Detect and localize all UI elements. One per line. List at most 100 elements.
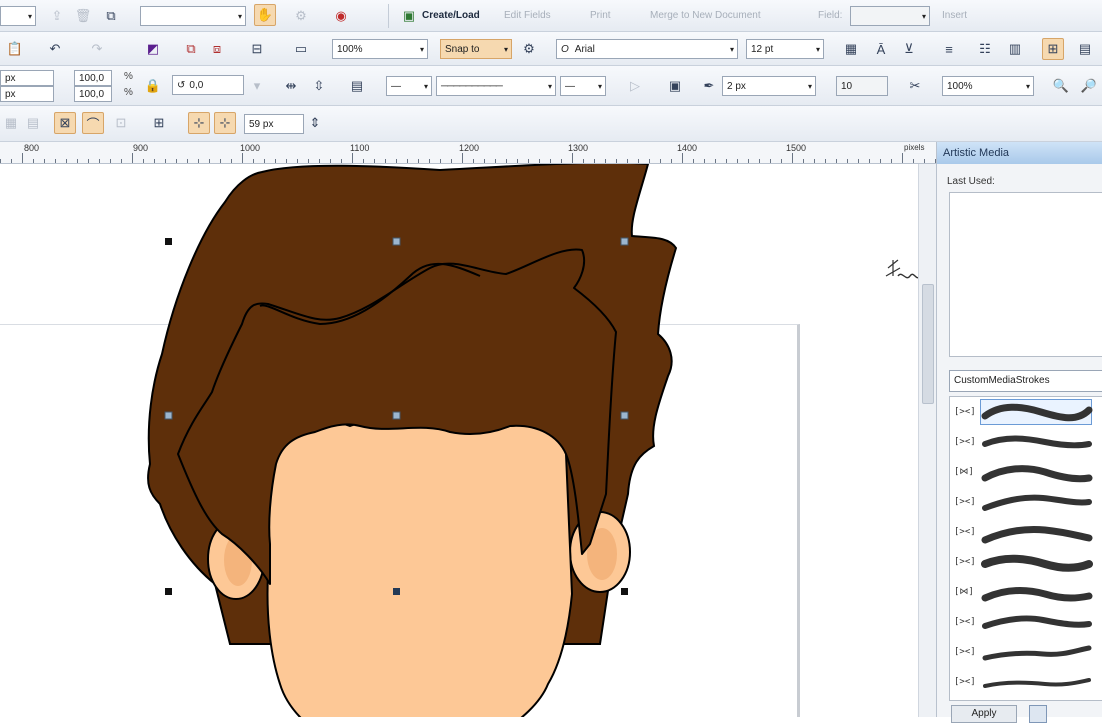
brush-icon[interactable]: ▤ bbox=[22, 112, 44, 134]
stroke-preset-item[interactable]: [><] bbox=[950, 667, 1102, 697]
stroke-preset-item[interactable]: [><] bbox=[950, 487, 1102, 517]
options-icon[interactable]: ⚙ bbox=[518, 38, 540, 60]
scale-x-field[interactable]: 100,0 bbox=[74, 70, 112, 86]
snap-to-button[interactable]: Snap to ▾ bbox=[440, 39, 512, 59]
stroke-width-value: 59 px bbox=[249, 118, 274, 130]
publish-pdf-icon[interactable]: ⧈ bbox=[206, 38, 228, 60]
zoom-in-icon[interactable]: 🔍 bbox=[1050, 75, 1072, 97]
export-icon[interactable]: ⧉ bbox=[180, 38, 202, 60]
stroke-preset-item[interactable]: [><] bbox=[950, 547, 1102, 577]
scissors-icon[interactable]: ✂ bbox=[904, 75, 926, 97]
character-illustration[interactable] bbox=[0, 164, 918, 717]
ruler-tick bbox=[737, 159, 738, 163]
ruler-label: 1500 bbox=[786, 143, 807, 153]
ruler-tick bbox=[66, 159, 67, 163]
page-combo[interactable]: ▾ bbox=[0, 6, 36, 26]
bold-icon[interactable]: ▦ bbox=[840, 38, 862, 60]
stretch-combo[interactable]: 100% ▾ bbox=[942, 76, 1034, 96]
close-curve-icon[interactable]: ▷ bbox=[624, 75, 646, 97]
selection-handle-bottom-left bbox=[165, 588, 172, 595]
mirror-vertical-icon[interactable]: ⇳ bbox=[308, 75, 330, 97]
mirror-horizontal-icon[interactable]: ⇹ bbox=[280, 75, 302, 97]
stroke-preset-item[interactable]: [⋈] bbox=[950, 457, 1102, 487]
stroke-preset-item[interactable]: [><] bbox=[950, 607, 1102, 637]
ruler-tick bbox=[55, 159, 56, 163]
outline-pen-icon[interactable]: ✒ bbox=[698, 75, 720, 97]
font-list-combo[interactable]: O Arial ▾ bbox=[556, 39, 738, 59]
publish-icon[interactable]: ⇪ bbox=[46, 5, 68, 27]
stroke-preset-item[interactable]: [><] bbox=[950, 397, 1102, 427]
freehand-smoothing-icon[interactable]: ⊹ bbox=[188, 112, 210, 134]
stroke-preset-item[interactable]: [⋈] bbox=[950, 577, 1102, 607]
rotation-spin-icon[interactable]: ▾ bbox=[246, 75, 268, 97]
preset-mode-icon[interactable]: ⊠ bbox=[54, 112, 76, 134]
vertical-scrollbar[interactable] bbox=[918, 164, 936, 717]
calligraphic-icon[interactable]: ⊞ bbox=[148, 112, 170, 134]
position-x-field[interactable]: px bbox=[0, 70, 54, 86]
insert-button[interactable]: Insert bbox=[942, 10, 967, 21]
stroke-list[interactable]: [><] [><] [⋈] [><] [><] [><] [⋈] [><] [><] [><] bbox=[949, 396, 1102, 701]
line-style-combo[interactable]: ────────── ▾ bbox=[436, 76, 556, 96]
zoom-levels-combo[interactable]: 100% ▾ bbox=[332, 39, 428, 59]
snap-nodes-icon[interactable]: ⊞ bbox=[1042, 38, 1064, 60]
welcome-screen-icon[interactable]: ▭ bbox=[290, 38, 312, 60]
rotation-field[interactable]: ↺ 0,0 bbox=[172, 75, 244, 95]
miter-value: 10 bbox=[841, 80, 853, 92]
horizontal-ruler[interactable]: 800 900 1000 1100 1200 1300 1400 1500 pi… bbox=[0, 142, 936, 164]
delete-icon[interactable]: 🗑 bbox=[72, 5, 94, 27]
italic-icon[interactable]: Ā bbox=[870, 38, 892, 60]
edit-fields-button[interactable]: Edit Fields bbox=[504, 10, 551, 21]
print-button[interactable]: Print bbox=[590, 10, 611, 21]
outline-width-combo[interactable]: 2 px ▾ bbox=[722, 76, 816, 96]
wrap-paragraph-icon[interactable]: ▣ bbox=[664, 75, 686, 97]
brush-mode-icon[interactable]: ⌒ bbox=[82, 112, 104, 134]
start-arrow-combo[interactable]: — ▾ bbox=[386, 76, 432, 96]
stroke-width-spin-icon[interactable]: ⇕ bbox=[304, 112, 326, 134]
docker-title[interactable]: Artistic Media bbox=[937, 142, 1102, 164]
zoom-value: 100% bbox=[337, 43, 363, 55]
sprayer-icon[interactable]: ⊡ bbox=[110, 112, 132, 134]
lock-icon[interactable] bbox=[1029, 705, 1047, 723]
bullet-list-icon[interactable]: ☷ bbox=[974, 38, 996, 60]
create-load-button[interactable]: Create/Load bbox=[422, 10, 480, 21]
options-icon[interactable]: ⚙ bbox=[290, 5, 312, 27]
wrap-text-icon[interactable]: ▤ bbox=[346, 75, 368, 97]
field-combo[interactable]: ▾ bbox=[850, 6, 930, 26]
stroke-preset-item[interactable]: [><] bbox=[950, 637, 1102, 667]
import-icon[interactable]: ◩ bbox=[142, 38, 164, 60]
miter-field[interactable]: 10 bbox=[836, 76, 888, 96]
pan-hand-icon[interactable]: ✋ bbox=[254, 4, 276, 26]
rotation-value: 0,0 bbox=[189, 79, 204, 91]
style-combo[interactable]: ▾ bbox=[140, 6, 246, 26]
underline-icon[interactable]: ⊻ bbox=[898, 38, 920, 60]
scale-stroke-icon[interactable]: ⊹ bbox=[214, 112, 236, 134]
end-arrow-combo[interactable]: — ▾ bbox=[560, 76, 606, 96]
position-y-field[interactable]: px bbox=[0, 86, 54, 102]
stroke-preset-item[interactable]: [><] bbox=[950, 427, 1102, 457]
ruler-tick bbox=[275, 159, 276, 163]
columns-icon[interactable]: ▥ bbox=[1004, 38, 1026, 60]
application-launcher-icon[interactable]: ⊟ bbox=[246, 38, 268, 60]
paste-icon[interactable]: 📋 bbox=[4, 38, 26, 60]
stroke-preset-item[interactable]: [><] bbox=[950, 517, 1102, 547]
zoom-out-icon[interactable]: 🔎 bbox=[1078, 75, 1100, 97]
last-used-list[interactable] bbox=[949, 192, 1102, 357]
preset-icon[interactable]: ▦ bbox=[0, 112, 22, 134]
undo-icon[interactable]: ↶ bbox=[44, 38, 66, 60]
corel-connect-icon[interactable]: ◉ bbox=[330, 5, 352, 27]
create-load-icon[interactable]: ▣ bbox=[398, 5, 420, 27]
apply-button[interactable]: Apply bbox=[951, 705, 1017, 723]
text-frame-icon[interactable]: ▤ bbox=[1074, 38, 1096, 60]
stroke-width-field[interactable]: 59 px bbox=[244, 114, 304, 134]
drawing-canvas[interactable] bbox=[0, 164, 918, 717]
align-icon[interactable]: ≡ bbox=[938, 38, 960, 60]
lock-ratio-icon[interactable]: 🔒 bbox=[142, 75, 164, 97]
brush-category-combo[interactable]: CustomMediaStrokes bbox=[949, 370, 1102, 392]
font-size-combo[interactable]: 12 pt ▾ bbox=[746, 39, 824, 59]
scale-y-field[interactable]: 100,0 bbox=[74, 86, 112, 102]
merge-button[interactable]: Merge to New Document bbox=[650, 10, 761, 21]
scrollbar-thumb[interactable] bbox=[922, 284, 934, 404]
ruler-unit: pixels bbox=[904, 143, 925, 152]
redo-icon[interactable]: ↷ bbox=[86, 38, 108, 60]
copy-icon[interactable]: ⧉ bbox=[100, 5, 122, 27]
